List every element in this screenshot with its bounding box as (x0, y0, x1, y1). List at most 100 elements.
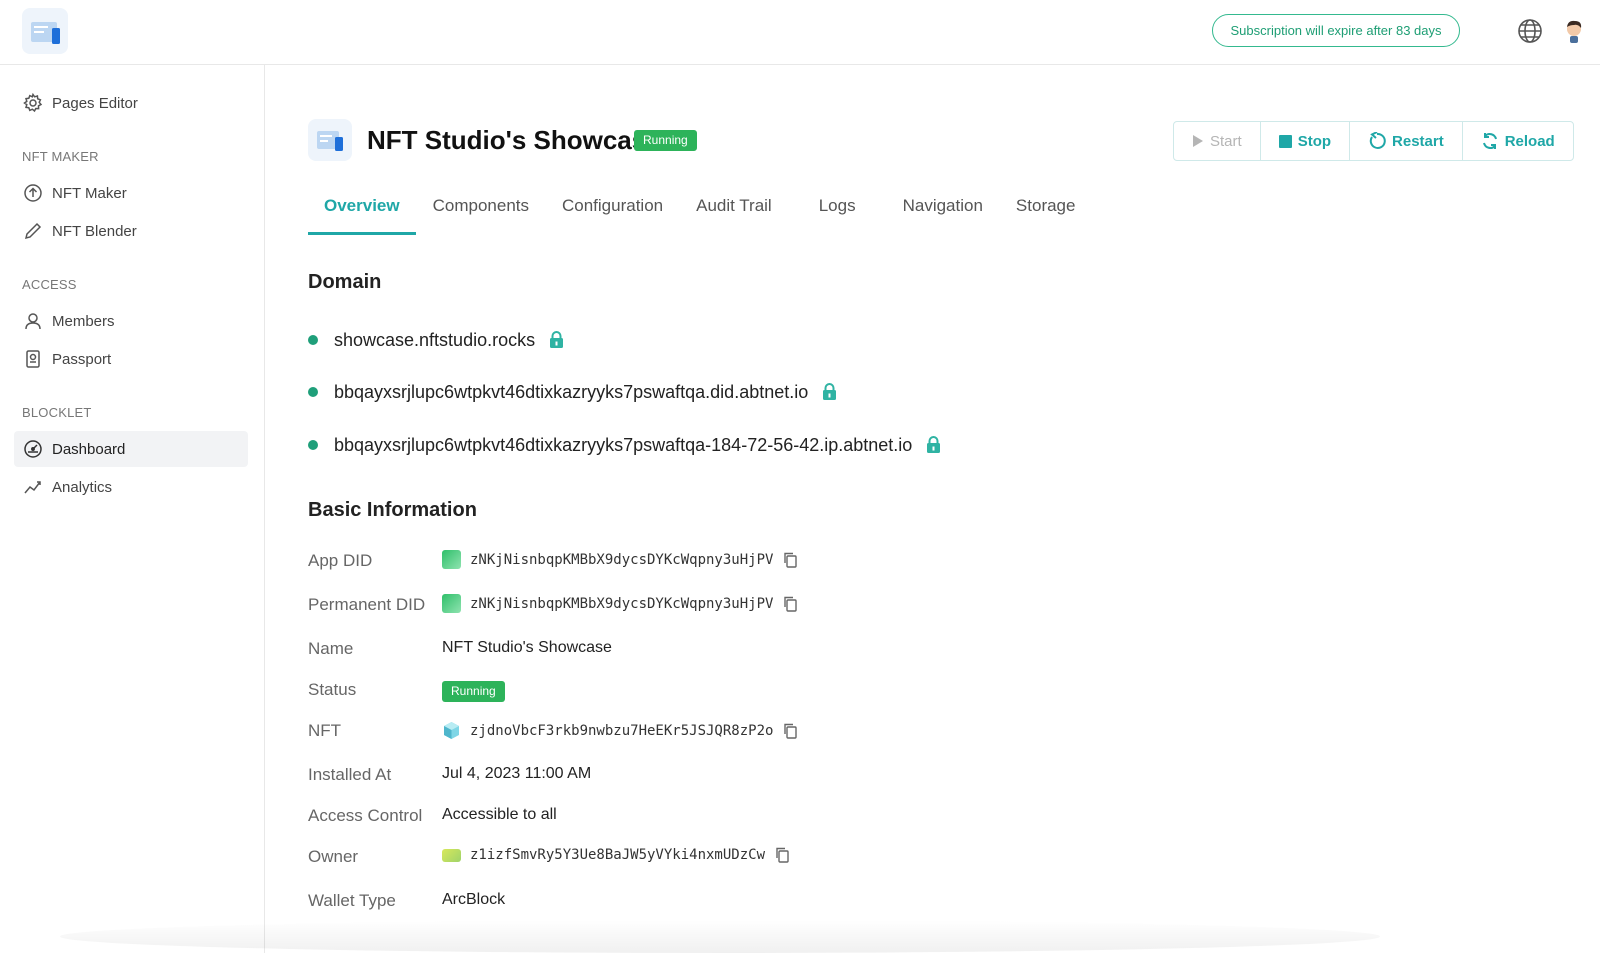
did-avatar-icon (442, 550, 461, 569)
restart-label: Restart (1392, 132, 1444, 150)
blocklet-logo (308, 119, 352, 161)
name-value: NFT Studio's Showcase (442, 639, 612, 656)
tab-audit-trail[interactable]: Audit Trail (696, 193, 772, 235)
status-label: Status (308, 680, 357, 699)
status-dot (308, 440, 318, 450)
tab-storage[interactable]: Storage (1016, 193, 1076, 235)
passport-icon (22, 348, 44, 370)
sidebar-item-label: Passport (52, 350, 112, 368)
globe-icon[interactable] (1517, 18, 1543, 44)
wallet-type-label: Wallet Type (308, 891, 396, 910)
sidebar-item-label: Analytics (52, 478, 113, 496)
analytics-icon (22, 476, 44, 498)
sidebar-item-label: Members (52, 312, 115, 330)
access-control-value: Accessible to all (442, 806, 557, 823)
sidebar-section-nft-maker: NFT MAKER (22, 149, 99, 164)
gear-icon (22, 92, 44, 114)
domain-item: showcase.nftstudio.rocks (308, 326, 564, 354)
tab-overview[interactable]: Overview (308, 193, 416, 235)
dashboard-gauge-icon (22, 438, 44, 460)
installed-at-value: Jul 4, 2023 11:00 AM (442, 765, 592, 782)
stop-label: Stop (1297, 132, 1332, 150)
sidebar-item-label: Pages Editor (52, 94, 138, 112)
sidebar-item-nft-blender[interactable]: NFT Blender (14, 213, 248, 249)
reload-icon (1481, 132, 1499, 150)
status-dot (308, 335, 318, 345)
domain-link[interactable]: bbqayxsrjlupc6wtpkvt46dtixkazryyks7pswaf… (334, 382, 808, 403)
app-did-label: App DID (308, 551, 373, 570)
sidebar-item-nft-maker[interactable]: NFT Maker (14, 175, 248, 211)
app-logo[interactable] (22, 8, 68, 54)
start-label: Start (1210, 132, 1242, 150)
lock-icon (822, 383, 837, 401)
sidebar-item-label: NFT Blender (52, 222, 137, 240)
sidebar-item-label: NFT Maker (52, 184, 127, 202)
reload-label: Reload (1504, 132, 1555, 150)
restart-button[interactable]: Restart (1350, 122, 1463, 160)
domain-link[interactable]: showcase.nftstudio.rocks (334, 330, 535, 351)
permanent-did-value: zNKjNisnbqpKMBbX9dycsDYKcWqpny3uHjPV (442, 594, 798, 613)
page-title: NFT Studio's Showcase (367, 125, 661, 155)
sidebar-item-analytics[interactable]: Analytics (14, 469, 248, 505)
tab-logs[interactable]: Logs (819, 193, 856, 235)
copy-icon[interactable] (783, 596, 798, 612)
sidebar-item-pages-editor[interactable]: Pages Editor (14, 85, 248, 121)
top-bar: Subscription will expire after 83 days (0, 0, 1600, 65)
basic-info-heading: Basic Information (308, 499, 477, 521)
permanent-did-text: zNKjNisnbqpKMBbX9dycsDYKcWqpny3uHjPV (470, 595, 774, 612)
copy-icon[interactable] (775, 847, 789, 863)
main-content: NFT Studio's Showcase Running Start Stop… (266, 65, 1600, 953)
nft-value: zjdnoVbcF3rkb9nwbzu7HeEKr5JSJQR8zP2o (442, 721, 798, 740)
domain-item: bbqayxsrjlupc6wtpkvt46dtixkazryyks7pswaf… (308, 431, 941, 459)
stop-icon (1278, 134, 1292, 148)
bottom-shadow (60, 920, 1380, 953)
status-badge: Running (442, 681, 505, 702)
tab-bar: Overview Components Configuration Audit … (308, 193, 1108, 235)
tab-configuration[interactable]: Configuration (562, 193, 663, 235)
status-value: Running (442, 681, 505, 702)
installed-at-label: Installed At (308, 765, 392, 784)
sidebar: Pages Editor NFT MAKER NFT Maker NFT Ble… (0, 65, 265, 953)
wallet-type-value: ArcBlock (442, 891, 506, 908)
sidebar-section-access: ACCESS (22, 277, 77, 292)
app-did-text: zNKjNisnbqpKMBbX9dycsDYKcWqpny3uHjPV (470, 551, 774, 568)
did-avatar-icon (442, 848, 461, 862)
did-avatar-icon (442, 594, 461, 613)
owner-label: Owner (308, 847, 359, 866)
sidebar-item-passport[interactable]: Passport (14, 341, 248, 377)
sidebar-item-members[interactable]: Members (14, 303, 248, 339)
sidebar-item-label: Dashboard (52, 440, 126, 458)
stop-button[interactable]: Stop (1261, 122, 1351, 160)
lock-icon (549, 331, 564, 349)
subscription-badge[interactable]: Subscription will expire after 83 days (1212, 14, 1460, 47)
copy-icon[interactable] (783, 723, 798, 739)
status-dot (308, 387, 318, 397)
copy-icon[interactable] (783, 552, 798, 568)
restart-icon (1368, 132, 1386, 150)
sidebar-section-blocklet: BLOCKLET (22, 405, 92, 420)
nft-cube-icon (442, 721, 461, 740)
tab-components[interactable]: Components (433, 193, 529, 235)
status-badge: Running (634, 130, 697, 151)
domain-heading: Domain (308, 271, 382, 293)
access-control-label: Access Control (308, 806, 423, 825)
app-did-value: zNKjNisnbqpKMBbX9dycsDYKcWqpny3uHjPV (442, 550, 798, 569)
domain-item: bbqayxsrjlupc6wtpkvt46dtixkazryyks7pswaf… (308, 378, 837, 406)
name-label: Name (308, 639, 354, 658)
lock-icon (926, 436, 941, 454)
play-icon (1192, 134, 1204, 148)
user-icon (22, 310, 44, 332)
avatar[interactable] (1562, 18, 1586, 44)
tab-navigation[interactable]: Navigation (903, 193, 983, 235)
reload-button[interactable]: Reload (1463, 122, 1573, 160)
owner-text: z1izfSmvRy5Y3Ue8BaJW5yVYki4nxmUDzCw (470, 847, 766, 863)
start-button[interactable]: Start (1174, 122, 1261, 160)
domain-link[interactable]: bbqayxsrjlupc6wtpkvt46dtixkazryyks7pswaf… (334, 435, 912, 456)
action-button-group: Start Stop Restart Reload (1173, 121, 1574, 161)
pencil-icon (22, 220, 44, 242)
nft-text: zjdnoVbcF3rkb9nwbzu7HeEKr5JSJQR8zP2o (470, 722, 774, 739)
arrow-up-circle-icon (22, 182, 44, 204)
nft-label: NFT (308, 721, 342, 740)
sidebar-item-dashboard[interactable]: Dashboard (14, 431, 248, 467)
owner-value: z1izfSmvRy5Y3Ue8BaJW5yVYki4nxmUDzCw (442, 847, 789, 863)
